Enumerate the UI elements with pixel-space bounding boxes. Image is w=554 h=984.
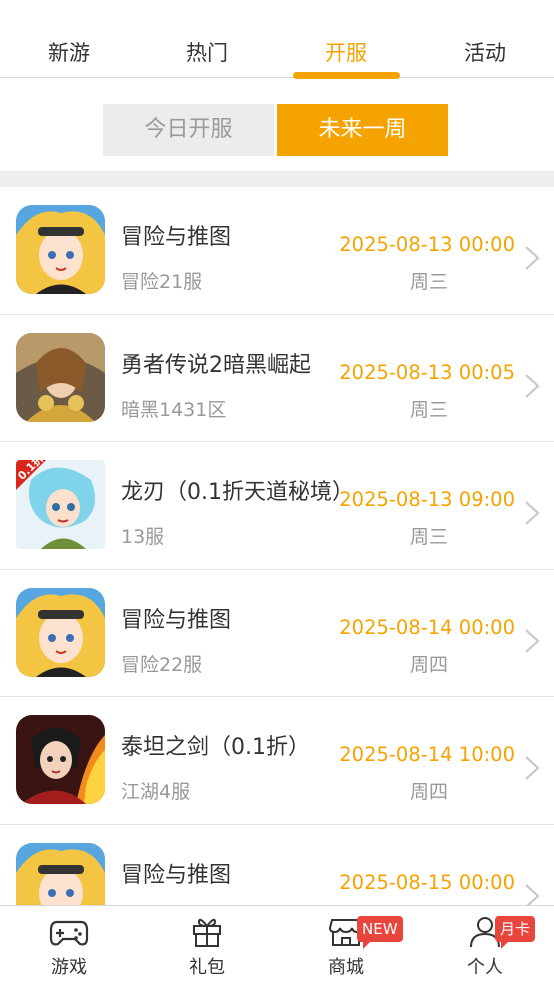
active-tab-indicator [293, 72, 400, 79]
section-divider [0, 171, 554, 187]
open-time: 2025-08-14 00:00 [339, 615, 515, 639]
server-name: 江湖4服 [121, 781, 191, 803]
server-row[interactable]: 勇者传说2暗黑崛起 暗黑1431区 2025-08-13 00:05 周三 [0, 315, 554, 442]
open-time: 2025-08-13 00:05 [339, 360, 515, 384]
adventure-game-icon [16, 842, 105, 905]
gift-icon [193, 918, 221, 947]
game-title: 勇者传说2暗黑崛起 [121, 352, 311, 378]
chevron-right-icon [525, 246, 540, 270]
today-open-button[interactable]: 今日开服 [103, 104, 274, 156]
server-row[interactable]: 冒险与推图 冒险21服 2025-08-13 00:00 周三 [0, 187, 554, 315]
nav-gifts-label: 礼包 [189, 957, 225, 978]
top-tab-bar: 新游 热门 开服 活动 [0, 0, 554, 79]
gamepad-icon [49, 920, 89, 946]
adventure-game-icon [16, 205, 105, 294]
tab-activities[interactable]: 活动 [416, 38, 554, 68]
bottom-nav: 游戏 礼包 NEW 商城 月卡 个人 [0, 905, 554, 984]
nav-mall-label: 商城 [328, 957, 364, 978]
chevron-right-icon [525, 756, 540, 780]
nav-profile-label: 个人 [467, 957, 503, 978]
new-badge: NEW [357, 916, 403, 949]
chevron-right-icon [525, 883, 540, 905]
nav-games-label: 游戏 [51, 957, 87, 978]
titan-sword-game-icon [16, 715, 105, 804]
server-name: 13服 [121, 526, 165, 548]
game-title: 冒险与推图 [121, 607, 232, 633]
weekday: 周三 [410, 398, 449, 421]
game-title: 泰坦之剑（0.1折） [121, 735, 310, 760]
open-time: 2025-08-14 10:00 [339, 743, 515, 766]
weekday: 周三 [410, 271, 449, 293]
game-title: 冒险与推图 [121, 862, 232, 888]
weekday: 周四 [410, 653, 449, 676]
dragon-blade-game-icon: 0.1折 [16, 460, 105, 549]
server-row[interactable]: 0.1折 龙刃（0.1折天道秘境） 13服 2025-08-13 09:00 周… [0, 442, 554, 570]
weekday: 周四 [410, 781, 449, 803]
chevron-right-icon [525, 628, 540, 653]
server-row[interactable]: 冒险与推图 冒险22服 2025-08-14 00:00 周四 [0, 570, 554, 697]
nav-games[interactable]: 游戏 [0, 906, 138, 984]
server-list: 冒险与推图 冒险21服 2025-08-13 00:00 周三 勇者传说2暗黑崛… [0, 187, 554, 905]
open-time: 2025-08-15 00:00 [339, 870, 515, 894]
server-row[interactable]: 冒险与推图 2025-08-15 00:00 [0, 825, 554, 905]
nav-gifts[interactable]: 礼包 [138, 906, 276, 984]
monthly-card-badge: 月卡 [495, 916, 536, 949]
next-week-button[interactable]: 未来一周 [277, 104, 448, 156]
game-title: 冒险与推图 [121, 225, 232, 250]
tab-new-games[interactable]: 新游 [0, 38, 138, 68]
hero-legend-game-icon [16, 332, 105, 422]
nav-mall[interactable]: NEW 商城 [277, 906, 415, 984]
server-row[interactable]: 泰坦之剑（0.1折） 江湖4服 2025-08-14 10:00 周四 [0, 697, 554, 825]
open-time: 2025-08-13 09:00 [339, 488, 515, 511]
chevron-right-icon [525, 373, 540, 398]
adventure-game-icon [16, 587, 105, 677]
tab-hot[interactable]: 热门 [138, 38, 276, 68]
server-name: 冒险22服 [121, 653, 203, 676]
tab-server-open[interactable]: 开服 [277, 38, 415, 68]
server-name: 暗黑1431区 [121, 398, 227, 421]
nav-profile[interactable]: 月卡 个人 [416, 906, 554, 984]
game-title: 龙刃（0.1折天道秘境） [121, 480, 354, 505]
weekday: 周三 [410, 526, 449, 548]
date-range-switch: 今日开服 未来一周 [103, 104, 448, 156]
server-name: 冒险21服 [121, 271, 203, 293]
open-time: 2025-08-13 00:00 [339, 233, 515, 256]
chevron-right-icon [525, 501, 540, 525]
